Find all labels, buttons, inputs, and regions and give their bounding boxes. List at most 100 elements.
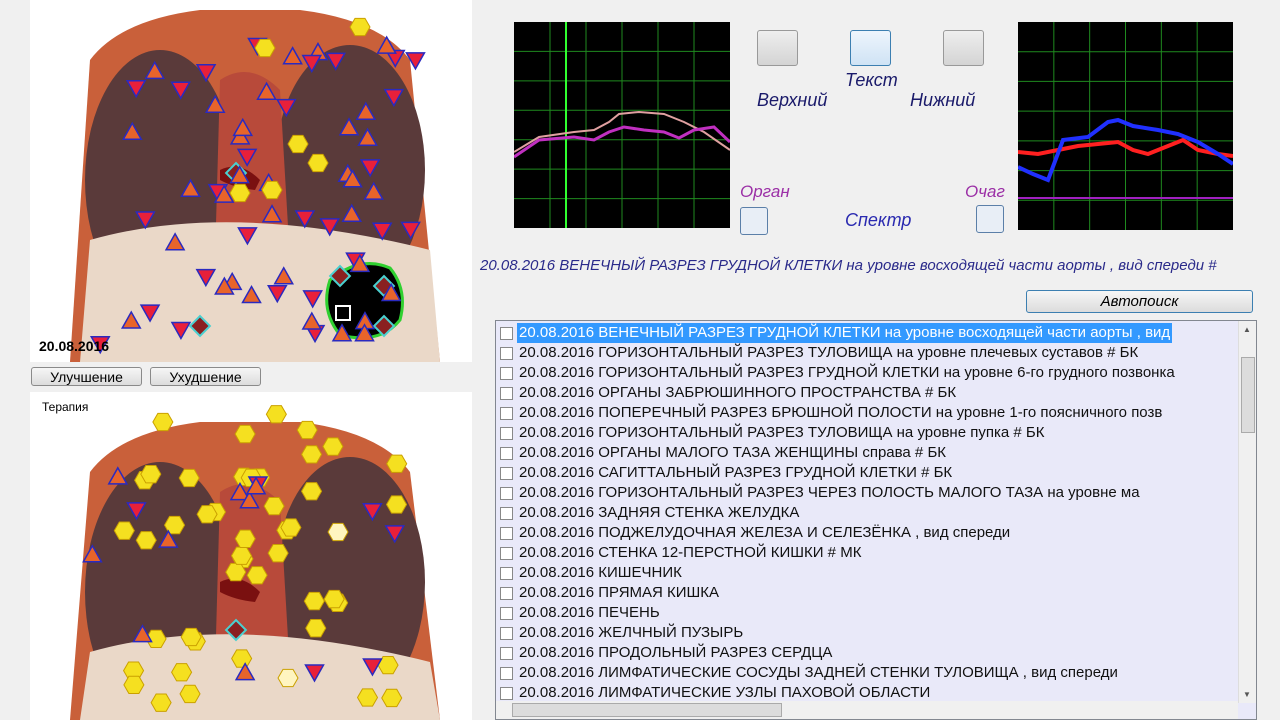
hexagon-marker: [254, 38, 276, 58]
list-item[interactable]: 20.08.2016 ЖЕЛЧНЫЙ ПУЗЫРЬ: [496, 623, 1256, 643]
list-item[interactable]: 20.08.2016 ГОРИЗОНТАЛЬНЫЙ РАЗРЕЗ ГРУДНОЙ…: [496, 363, 1256, 383]
anatomy-markers-top: [70, 10, 440, 362]
list-item[interactable]: 20.08.2016 ПРОДОЛЬНЫЙ РАЗРЕЗ СЕРДЦА: [496, 643, 1256, 663]
item-text: 20.08.2016 ПРЯМАЯ КИШКА: [519, 584, 720, 601]
therapy-label: Терапия: [42, 400, 89, 414]
hexagon-marker: [303, 591, 325, 611]
scroll-down-icon[interactable]: ▼: [1243, 690, 1251, 699]
hexagon-marker: [386, 454, 408, 473]
hexagon-marker: [305, 619, 327, 638]
anatomy-image-bottom[interactable]: Терапия: [30, 392, 472, 720]
item-checkbox[interactable]: [500, 346, 513, 360]
list-item[interactable]: 20.08.2016 ПРЯМАЯ КИШКА: [496, 583, 1256, 603]
hexagon-marker: [267, 544, 289, 563]
upper-label: Верхний: [757, 90, 828, 110]
horizontal-scrollbar[interactable]: [496, 701, 1238, 719]
item-checkbox[interactable]: [500, 326, 513, 340]
vertical-scrollbar[interactable]: ▲ ▼: [1238, 321, 1256, 703]
hexagon-marker: [178, 468, 200, 488]
list-item[interactable]: 20.08.2016 ПОПЕРЕЧНЫЙ РАЗРЕЗ БРЮШНОЙ ПОЛ…: [496, 403, 1256, 423]
info-line: 20.08.2016 ВЕНЕЧНЫЙ РАЗРЕЗ ГРУДНОЙ КЛЕТК…: [480, 257, 1217, 274]
list-item[interactable]: 20.08.2016 САГИТТАЛЬНЫЙ РАЗРЕЗ ГРУДНОЙ К…: [496, 463, 1256, 483]
hexagon-marker: [327, 522, 349, 542]
hexagon-marker: [196, 505, 218, 524]
item-checkbox[interactable]: [500, 586, 513, 600]
worsen-button[interactable]: Ухудшение: [150, 367, 261, 386]
item-checkbox[interactable]: [500, 546, 513, 560]
item-text: 20.08.2016 ЗАДНЯЯ СТЕНКА ЖЕЛУДКА: [519, 504, 800, 521]
hexagon-marker: [179, 684, 201, 704]
list-item[interactable]: 20.08.2016 ГОРИЗОНТАЛЬНЫЙ РАЗРЕЗ ТУЛОВИЩ…: [496, 343, 1256, 363]
hexagon-marker: [301, 445, 323, 464]
item-text: 20.08.2016 ОРГАНЫ МАЛОГО ТАЗА ЖЕНЩИНЫ сп…: [519, 444, 947, 461]
item-checkbox[interactable]: [500, 386, 513, 400]
hexagon-marker: [230, 546, 253, 565]
item-text: 20.08.2016 СТЕНКА 12-ПЕРСТНОЙ КИШКИ # МК: [519, 544, 862, 561]
list-item[interactable]: 20.08.2016 ПОДЖЕЛУДОЧНАЯ ЖЕЛЕЗА И СЕЛЕЗЁ…: [496, 523, 1256, 543]
item-checkbox[interactable]: [500, 626, 513, 640]
lower-button[interactable]: [943, 30, 984, 66]
item-text: 20.08.2016 ГОРИЗОНТАЛЬНЫЙ РАЗРЕЗ ТУЛОВИЩ…: [519, 424, 1045, 441]
item-checkbox[interactable]: [500, 526, 513, 540]
item-checkbox[interactable]: [500, 426, 513, 440]
hexagon-marker: [246, 566, 268, 585]
hexagon-marker: [287, 134, 309, 154]
list-item[interactable]: 20.08.2016 КИШЕЧНИК: [496, 563, 1256, 583]
list-item[interactable]: 20.08.2016 ОРГАНЫ ЗАБРЮШИННОГО ПРОСТРАНС…: [496, 383, 1256, 403]
list-item[interactable]: 20.08.2016 ЗАДНЯЯ СТЕНКА ЖЕЛУДКА: [496, 503, 1256, 523]
autosearch-button[interactable]: Автопоиск: [1026, 290, 1253, 313]
hexagon-marker: [171, 663, 193, 682]
item-checkbox[interactable]: [500, 486, 513, 500]
list-item[interactable]: 20.08.2016 ЛИМФАТИЧЕСКИЕ СОСУДЫ ЗАДНЕЙ С…: [496, 663, 1256, 683]
hexagon-marker: [356, 688, 379, 707]
hscrollbar-thumb[interactable]: [512, 703, 782, 717]
hexagon-marker: [263, 496, 285, 516]
list-item[interactable]: 20.08.2016 ПЕЧЕНЬ: [496, 603, 1256, 623]
item-checkbox[interactable]: [500, 686, 513, 700]
list-item[interactable]: 20.08.2016 СТЕНКА 12-ПЕРСТНОЙ КИШКИ # МК: [496, 543, 1256, 563]
item-text: 20.08.2016 ГОРИЗОНТАЛЬНЫЙ РАЗРЕЗ ТУЛОВИЩ…: [519, 344, 1139, 361]
list-item[interactable]: 20.08.2016 ВЕНЕЧНЫЙ РАЗРЕЗ ГРУДНОЙ КЛЕТК…: [496, 323, 1256, 343]
hexagon-marker: [385, 495, 408, 514]
lower-label: Нижний: [910, 90, 976, 110]
hexagon-marker: [225, 562, 247, 582]
item-checkbox[interactable]: [500, 366, 513, 380]
organ-checkbox[interactable]: [740, 207, 768, 235]
hexagon-marker: [280, 518, 302, 537]
spectrum-label: Спектр: [845, 210, 912, 230]
hexagon-marker: [229, 183, 251, 203]
text-button[interactable]: [850, 30, 891, 66]
item-checkbox[interactable]: [500, 506, 513, 520]
scrollbar-thumb[interactable]: [1241, 357, 1255, 433]
hexagon-marker: [234, 529, 256, 548]
item-checkbox[interactable]: [500, 406, 513, 420]
list-item[interactable]: 20.08.2016 ГОРИЗОНТАЛЬНЫЙ РАЗРЕЗ ЧЕРЕЗ П…: [496, 483, 1256, 503]
item-checkbox[interactable]: [500, 646, 513, 660]
hexagon-marker: [231, 649, 253, 668]
item-text: 20.08.2016 ЛИМФАТИЧЕСКИЕ УЗЛЫ ПАХОВОЙ ОБ…: [519, 684, 931, 701]
list-item[interactable]: 20.08.2016 ЛИМФАТИЧЕСКИЕ УЗЛЫ ПАХОВОЙ ОБ…: [496, 683, 1256, 703]
upper-button[interactable]: [757, 30, 798, 66]
improve-button[interactable]: Улучшение: [31, 367, 142, 386]
hexagon-marker: [152, 412, 174, 432]
item-text: 20.08.2016 ПРОДОЛЬНЫЙ РАЗРЕЗ СЕРДЦА: [519, 644, 833, 661]
anatomy-image-top[interactable]: 20.08.2016: [30, 0, 472, 362]
item-text: 20.08.2016 ПОДЖЕЛУДОЧНАЯ ЖЕЛЕЗА И СЕЛЕЗЁ…: [519, 524, 1011, 541]
hexagon-marker: [381, 688, 403, 708]
focus-checkbox[interactable]: [976, 205, 1004, 233]
section-list[interactable]: 20.08.2016 ВЕНЕЧНЫЙ РАЗРЕЗ ГРУДНОЙ КЛЕТК…: [495, 320, 1257, 720]
scroll-up-icon[interactable]: ▲: [1243, 325, 1251, 334]
hexagon-marker: [261, 180, 283, 200]
list-item[interactable]: 20.08.2016 ОРГАНЫ МАЛОГО ТАЗА ЖЕНЩИНЫ сп…: [496, 443, 1256, 463]
hexagon-marker: [265, 405, 287, 424]
list-item[interactable]: 20.08.2016 ГОРИЗОНТАЛЬНЫЙ РАЗРЕЗ ТУЛОВИЩ…: [496, 423, 1256, 443]
item-checkbox[interactable]: [500, 466, 513, 480]
item-checkbox[interactable]: [500, 446, 513, 460]
item-checkbox[interactable]: [500, 606, 513, 620]
item-text: 20.08.2016 ПЕЧЕНЬ: [519, 604, 660, 621]
item-text: 20.08.2016 ПОПЕРЕЧНЫЙ РАЗРЕЗ БРЮШНОЙ ПОЛ…: [519, 404, 1163, 421]
organ-spectrum-chart: [513, 22, 732, 228]
item-checkbox[interactable]: [500, 566, 513, 580]
hexagon-marker: [234, 424, 256, 444]
item-checkbox[interactable]: [500, 666, 513, 680]
